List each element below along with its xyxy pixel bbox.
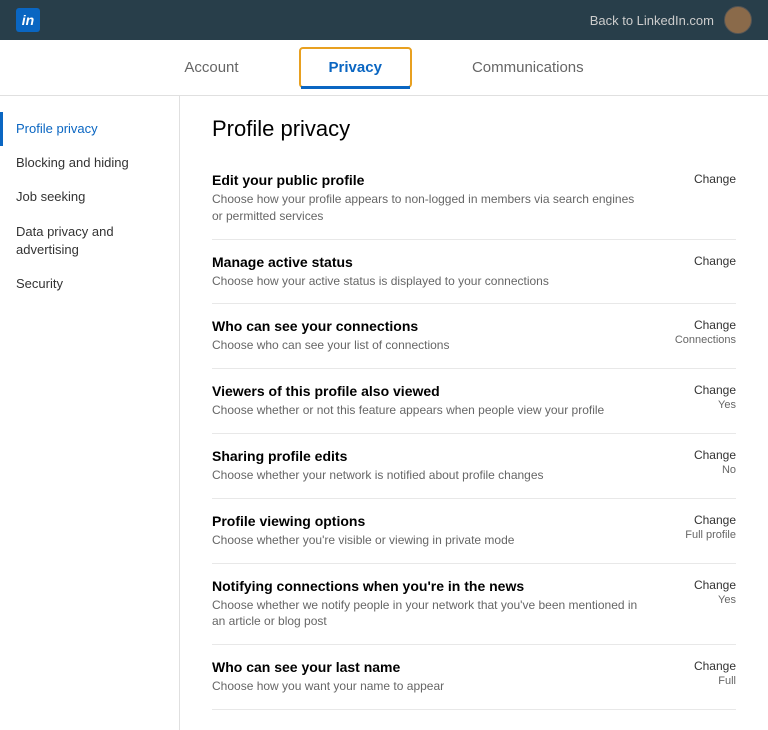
setting-name-sharing-profile-edits: Sharing profile edits [212,448,640,464]
change-link-manage-active-status[interactable]: Change [656,254,736,268]
setting-desc-profile-viewing-options: Choose whether you're visible or viewing… [212,532,640,549]
user-avatar[interactable] [724,6,752,34]
setting-value-who-see-last-name: Full [656,675,736,687]
setting-name-viewers-also-viewed: Viewers of this profile also viewed [212,383,640,399]
change-link-who-see-last-name[interactable]: Change [656,659,736,673]
setting-desc-notifying-connections-news: Choose whether we notify people in your … [212,597,640,631]
setting-info-profile-viewing-options: Profile viewing options Choose whether yo… [212,513,640,549]
main-container: Profile privacy Blocking and hiding Job … [0,96,768,730]
setting-value-profile-viewing-options: Full profile [656,529,736,541]
setting-desc-sharing-profile-edits: Choose whether your network is notified … [212,467,640,484]
setting-row-viewers-also-viewed: Viewers of this profile also viewed Choos… [212,369,736,434]
top-bar-right: Back to LinkedIn.com [590,6,752,34]
setting-info-notifying-connections-news: Notifying connections when you're in the… [212,578,640,631]
change-link-notifying-connections-news[interactable]: Change [656,578,736,592]
tab-communications[interactable]: Communications [412,43,644,92]
change-link-edit-public-profile[interactable]: Change [656,172,736,186]
setting-action-profile-viewing-options: Change Full profile [656,513,736,541]
setting-name-manage-active-status: Manage active status [212,254,640,270]
linkedin-logo: in [16,8,40,32]
setting-action-notifying-connections-news: Change Yes [656,578,736,606]
setting-action-edit-public-profile: Change [656,172,736,186]
change-link-who-see-connections[interactable]: Change [656,318,736,332]
setting-desc-who-see-connections: Choose who can see your list of connecti… [212,337,640,354]
change-link-viewers-also-viewed[interactable]: Change [656,383,736,397]
setting-value-viewers-also-viewed: Yes [656,399,736,411]
settings-list: Edit your public profile Choose how your … [212,158,736,710]
setting-row-profile-viewing-options: Profile viewing options Choose whether yo… [212,499,736,564]
setting-action-sharing-profile-edits: Change No [656,448,736,476]
section-title: Profile privacy [212,116,736,142]
setting-info-manage-active-status: Manage active status Choose how your acti… [212,254,640,290]
setting-action-who-see-last-name: Change Full [656,659,736,687]
sidebar-item-profile-privacy[interactable]: Profile privacy [0,112,179,146]
nav-tabs: Account Privacy Communications [0,40,768,96]
setting-desc-who-see-last-name: Choose how you want your name to appear [212,678,640,695]
setting-action-viewers-also-viewed: Change Yes [656,383,736,411]
setting-info-viewers-also-viewed: Viewers of this profile also viewed Choos… [212,383,640,419]
top-bar: in Back to LinkedIn.com [0,0,768,40]
setting-desc-edit-public-profile: Choose how your profile appears to non-l… [212,191,640,225]
setting-name-who-see-last-name: Who can see your last name [212,659,640,675]
setting-info-who-see-connections: Who can see your connections Choose who c… [212,318,640,354]
setting-action-who-see-connections: Change Connections [656,318,736,346]
content-area: Profile privacy Edit your public profile… [180,96,768,730]
setting-row-edit-public-profile: Edit your public profile Choose how your … [212,158,736,240]
setting-row-manage-active-status: Manage active status Choose how your acti… [212,240,736,305]
sidebar-item-security[interactable]: Security [0,267,179,301]
setting-value-notifying-connections-news: Yes [656,594,736,606]
setting-row-who-see-connections: Who can see your connections Choose who c… [212,304,736,369]
setting-desc-viewers-also-viewed: Choose whether or not this feature appea… [212,402,640,419]
sidebar-item-data-privacy[interactable]: Data privacy and advertising [0,215,179,267]
setting-desc-manage-active-status: Choose how your active status is display… [212,273,640,290]
sidebar-item-blocking-hiding[interactable]: Blocking and hiding [0,146,179,180]
sidebar: Profile privacy Blocking and hiding Job … [0,96,180,730]
setting-info-edit-public-profile: Edit your public profile Choose how your … [212,172,640,225]
setting-name-edit-public-profile: Edit your public profile [212,172,640,188]
back-to-linkedin-link[interactable]: Back to LinkedIn.com [590,13,714,28]
setting-row-who-see-last-name: Who can see your last name Choose how you… [212,645,736,710]
setting-row-notifying-connections-news: Notifying connections when you're in the… [212,564,736,646]
setting-info-who-see-last-name: Who can see your last name Choose how you… [212,659,640,695]
setting-action-manage-active-status: Change [656,254,736,268]
tab-account[interactable]: Account [124,43,298,92]
setting-info-sharing-profile-edits: Sharing profile edits Choose whether your… [212,448,640,484]
change-link-profile-viewing-options[interactable]: Change [656,513,736,527]
tab-privacy[interactable]: Privacy [299,47,412,88]
setting-value-who-see-connections: Connections [656,334,736,346]
setting-name-who-see-connections: Who can see your connections [212,318,640,334]
change-link-sharing-profile-edits[interactable]: Change [656,448,736,462]
setting-row-sharing-profile-edits: Sharing profile edits Choose whether your… [212,434,736,499]
setting-value-sharing-profile-edits: No [656,464,736,476]
sidebar-item-job-seeking[interactable]: Job seeking [0,180,179,214]
setting-name-profile-viewing-options: Profile viewing options [212,513,640,529]
setting-name-notifying-connections-news: Notifying connections when you're in the… [212,578,640,594]
